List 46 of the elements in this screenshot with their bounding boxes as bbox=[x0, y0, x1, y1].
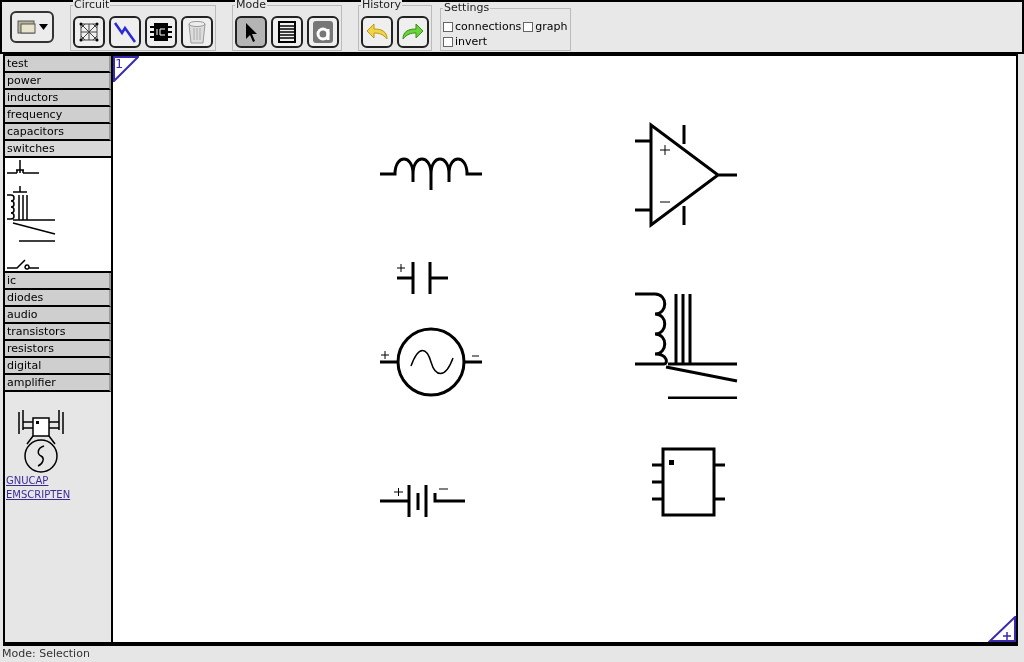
category-tab[interactable]: audio bbox=[5, 307, 111, 324]
folder-icon bbox=[16, 19, 37, 35]
category-tab[interactable]: transistors bbox=[5, 324, 111, 341]
link[interactable]: EMSCRIPTEN bbox=[6, 488, 111, 502]
chip-icon bbox=[149, 20, 173, 44]
page-tab[interactable]: 1 bbox=[113, 56, 139, 82]
group-label: Circuit bbox=[73, 0, 111, 10]
toolbar-button[interactable] bbox=[361, 16, 393, 48]
toolbar-button[interactable] bbox=[181, 16, 213, 48]
category-tab[interactable]: power bbox=[5, 73, 111, 90]
toolbar-button[interactable] bbox=[145, 16, 177, 48]
toolbar-button[interactable] bbox=[235, 16, 267, 48]
toolbar-button[interactable] bbox=[307, 16, 339, 48]
toolbar-button[interactable] bbox=[271, 16, 303, 48]
switch-symbols-drawing[interactable] bbox=[5, 158, 57, 270]
add-page-icon[interactable] bbox=[988, 616, 1016, 642]
category-tab[interactable]: capacitors bbox=[5, 124, 111, 141]
file-menu-button[interactable] bbox=[10, 11, 54, 43]
letter-icon bbox=[312, 20, 334, 44]
category-tab[interactable]: frequency bbox=[5, 107, 111, 124]
checkbox[interactable] bbox=[443, 21, 453, 32]
toolbar-button[interactable] bbox=[73, 16, 105, 48]
caret-icon bbox=[38, 24, 48, 30]
checkbox[interactable] bbox=[523, 21, 534, 32]
category-tab[interactable]: resistors bbox=[5, 341, 111, 358]
category-tab[interactable]: ic bbox=[5, 273, 111, 290]
checkbox-label: invert bbox=[455, 34, 488, 49]
category-tab[interactable]: digital bbox=[5, 358, 111, 375]
group-label: Settings bbox=[443, 2, 491, 13]
capacitor-symbol bbox=[396, 260, 450, 296]
toolbar-button[interactable] bbox=[109, 16, 141, 48]
lightning-icon bbox=[113, 20, 137, 44]
category-tab[interactable]: diodes bbox=[5, 290, 111, 307]
category-tab[interactable]: test bbox=[5, 56, 111, 73]
checkbox-label: graph bbox=[535, 19, 568, 34]
mesh-icon bbox=[78, 21, 100, 43]
group-label: History bbox=[361, 0, 403, 10]
category-tab[interactable]: switches bbox=[5, 141, 111, 158]
group-label: Mode bbox=[235, 0, 267, 10]
trash-icon bbox=[186, 20, 208, 44]
category-tab[interactable]: amplifier bbox=[5, 375, 111, 392]
checkbox-label: connections bbox=[455, 19, 522, 34]
checkbox[interactable] bbox=[443, 36, 453, 47]
link[interactable]: GNUCAP bbox=[6, 474, 111, 488]
category-tab[interactable]: inductors bbox=[5, 90, 111, 107]
toolbar-button[interactable] bbox=[397, 16, 429, 48]
